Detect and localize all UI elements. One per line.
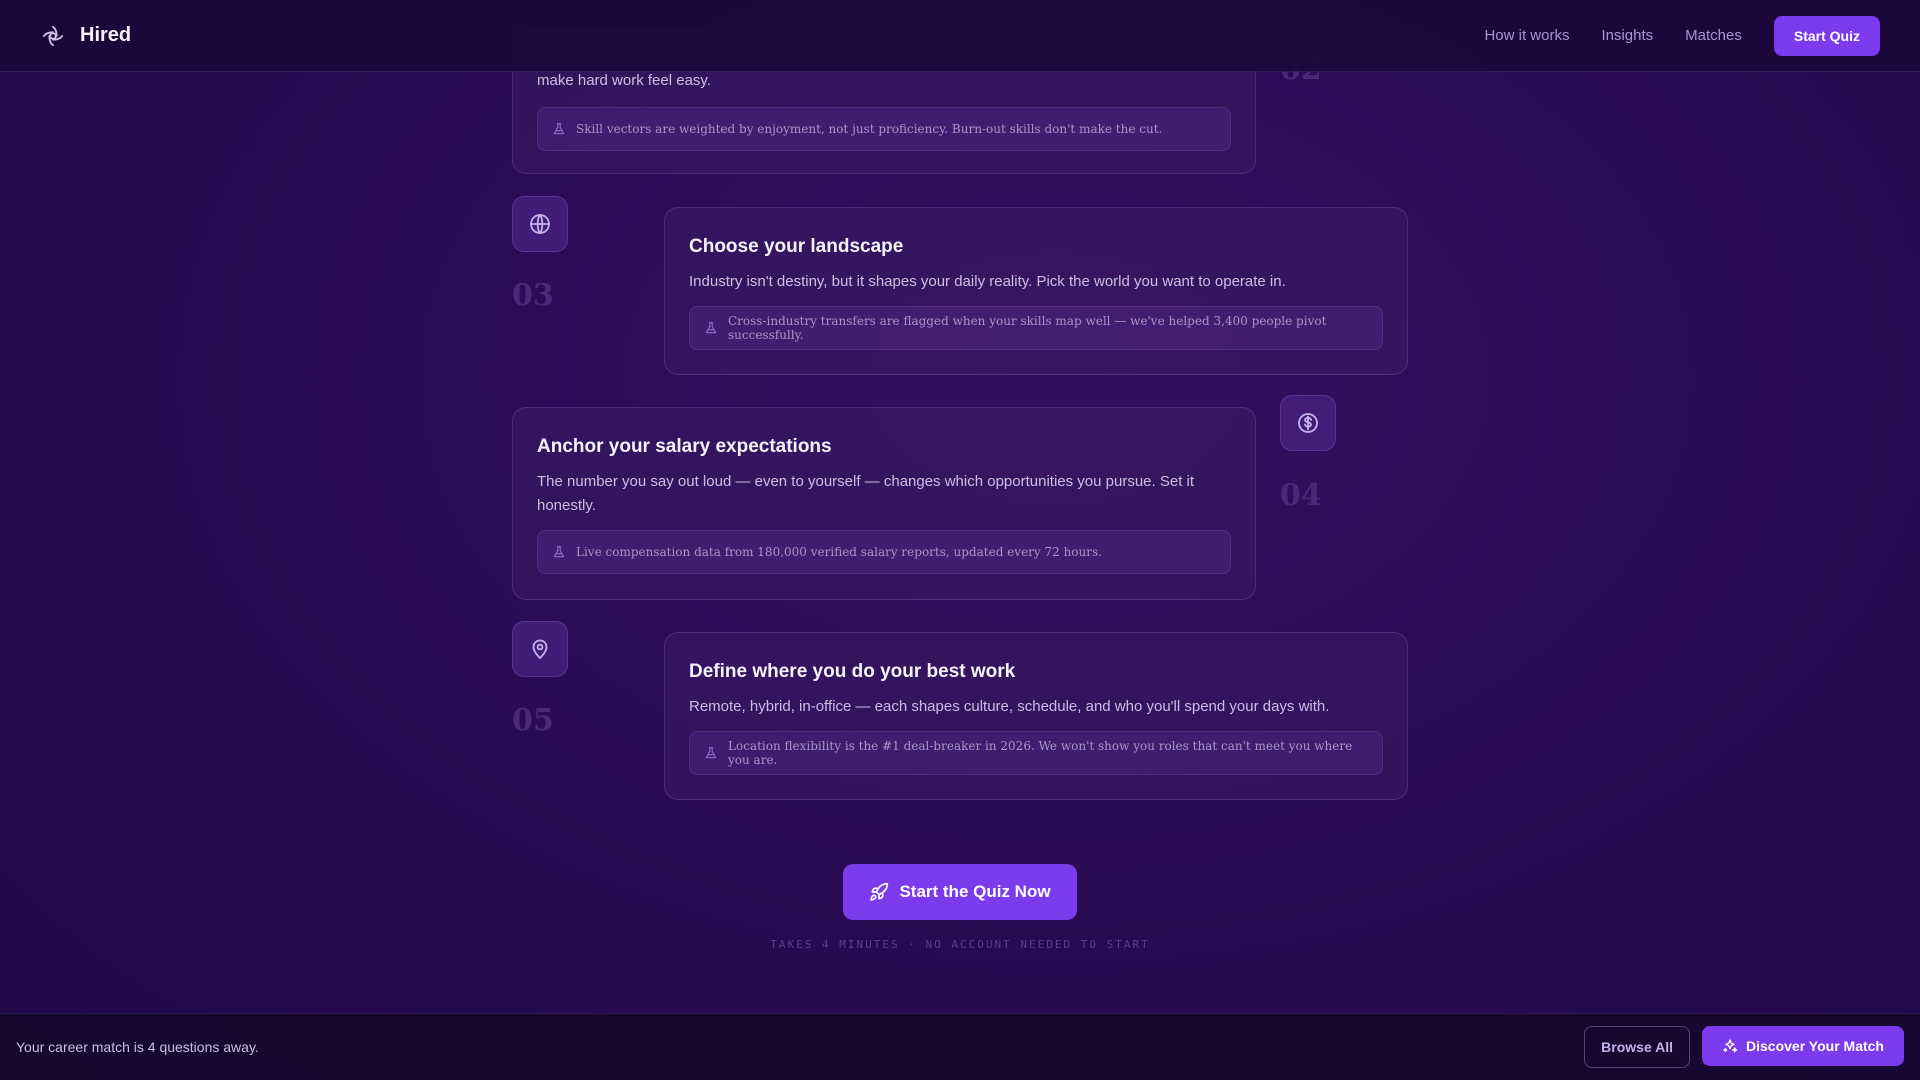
start-quiz-now-label: Start the Quiz Now xyxy=(899,882,1051,901)
step-insight-text: Cross-industry transfers are flagged whe… xyxy=(728,314,1327,342)
step-title: Define where you do your best work xyxy=(689,661,1016,682)
step-insight: Cross-industry transfers are flagged whe… xyxy=(689,306,1383,350)
flask-icon xyxy=(705,747,717,759)
nav-how-it-works[interactable]: How it works xyxy=(1484,27,1569,44)
step-insight-text: Skill vectors are weighted by enjoyment,… xyxy=(576,122,1163,136)
step-card-05: Define where you do your best work Remot… xyxy=(664,632,1408,800)
step-insight: Live compensation data from 180,000 veri… xyxy=(537,530,1231,574)
career-match-message: Your career match is 4 questions away. xyxy=(16,1039,259,1055)
discover-match-label: Discover Your Match xyxy=(1746,1038,1884,1054)
brand-name: Hired xyxy=(80,24,132,46)
step-title: Anchor your salary expectations xyxy=(537,436,832,457)
step-number: 03 xyxy=(512,278,554,313)
step-icon-04 xyxy=(1280,395,1336,451)
step-description: Remote, hybrid, in-office — each shapes … xyxy=(689,698,1330,715)
main-nav: How it works Insights Matches Start Quiz xyxy=(1484,15,1880,56)
discover-match-button[interactable]: Discover Your Match xyxy=(1702,1026,1904,1066)
map-pin-icon xyxy=(532,639,548,659)
step-number: 05 xyxy=(512,703,554,738)
flask-icon xyxy=(553,123,565,135)
step-description: Industry isn't destiny, but it shapes yo… xyxy=(689,273,1286,290)
nav-matches[interactable]: Matches xyxy=(1685,27,1742,44)
step-card-04: Anchor your salary expectations The numb… xyxy=(512,407,1256,600)
step-icon-05 xyxy=(512,621,568,677)
step-card-03: Choose your landscape Industry isn't des… xyxy=(664,207,1408,375)
start-quiz-now-button[interactable]: Start the Quiz Now xyxy=(843,864,1077,920)
step-insight-text: Location flexibility is the #1 deal-brea… xyxy=(728,739,1353,767)
top-navigation: Hired How it works Insights Matches Star… xyxy=(0,0,1920,72)
step-title: Choose your landscape xyxy=(689,236,904,257)
flask-icon xyxy=(553,546,565,558)
step-description: The number you say out loud — even to yo… xyxy=(537,473,1195,514)
brand[interactable]: Hired xyxy=(40,23,131,49)
bottom-bar: Your career match is 4 questions away. B… xyxy=(0,1013,1920,1080)
rocket-icon xyxy=(870,882,889,901)
flask-icon xyxy=(705,322,717,334)
start-quiz-button[interactable]: Start Quiz xyxy=(1773,15,1880,56)
cta-note: TAKES 4 MINUTES · NO ACCOUNT NEEDED TO S… xyxy=(770,938,1150,951)
nav-insights[interactable]: Insights xyxy=(1601,27,1653,44)
step-insight-text: Live compensation data from 180,000 veri… xyxy=(576,545,1102,559)
step-insight: Skill vectors are weighted by enjoyment,… xyxy=(537,107,1231,151)
bottom-actions: Browse All Discover Your Match xyxy=(1584,1026,1904,1068)
step-icon-03 xyxy=(512,196,568,252)
browse-all-button[interactable]: Browse All xyxy=(1584,1026,1691,1068)
globe-icon xyxy=(530,214,550,234)
step-number: 04 xyxy=(1280,478,1322,513)
sparkles-icon xyxy=(1723,1039,1738,1053)
step-insight: Location flexibility is the #1 deal-brea… xyxy=(689,731,1383,775)
dollar-icon xyxy=(1298,413,1318,433)
logo-icon xyxy=(40,23,66,49)
step-description: make hard work feel easy. xyxy=(537,72,711,89)
